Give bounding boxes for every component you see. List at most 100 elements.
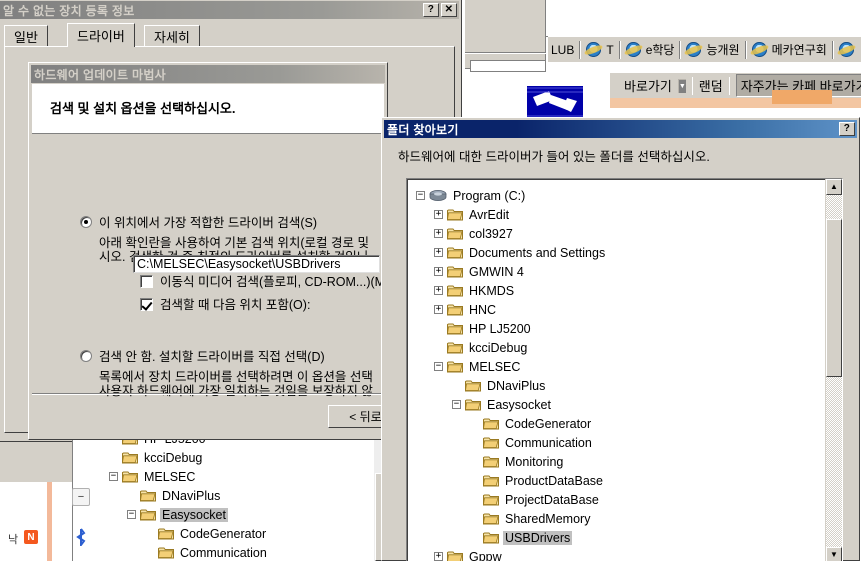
- tree-item[interactable]: + Gppw: [434, 547, 825, 561]
- links-separator: [618, 40, 621, 59]
- naver-icon[interactable]: N: [24, 530, 38, 544]
- tree-item[interactable]: − MELSEC: [109, 467, 373, 486]
- tree-item[interactable]: CodeGenerator: [145, 524, 373, 543]
- tree-item[interactable]: + GMWIN 4: [434, 262, 825, 281]
- checkbox-removable-row[interactable]: 이동식 미디어 검색(플로피, CD-ROM...)(M): [140, 275, 389, 290]
- browse-folder-dialog: 폴더 찾아보기 ? 하드웨어에 대한 드라이버가 들어 있는 폴더를 선택하십시…: [381, 117, 860, 561]
- tree-item[interactable]: DNaviPlus: [452, 376, 825, 395]
- links-separator: [831, 40, 834, 59]
- tree-item[interactable]: Communication: [470, 433, 825, 452]
- tree-item[interactable]: + Documents and Settings: [434, 243, 825, 262]
- tree-expander-expand[interactable]: +: [434, 552, 443, 561]
- tree-expander-collapse[interactable]: −: [452, 400, 461, 409]
- option-search-label: 이 위치에서 가장 적합한 드라이버 검색(S): [99, 216, 318, 230]
- tree-expander-expand[interactable]: +: [434, 210, 443, 219]
- tree-item[interactable]: DNaviPlus: [127, 486, 373, 505]
- tree-item[interactable]: kcciDebug: [434, 338, 825, 357]
- option-search-row[interactable]: 이 위치에서 가장 적합한 드라이버 검색(S): [80, 216, 317, 231]
- tree-expander-expand[interactable]: +: [434, 305, 443, 314]
- link-item-mecha[interactable]: 메카연구회: [772, 41, 827, 58]
- tree-item-label: GMWIN 4: [469, 264, 524, 279]
- tree-item-label: Gppw: [469, 549, 502, 561]
- collapse-button[interactable]: −: [72, 488, 90, 506]
- wizard-titlebar[interactable]: 하드웨어 업데이트 마법사: [31, 65, 385, 83]
- checkbox-search-removable-media[interactable]: [140, 275, 153, 288]
- folder-icon: [483, 513, 499, 525]
- tree-expander-expand[interactable]: +: [434, 286, 443, 295]
- tree-expander-spacer: [470, 457, 479, 466]
- folder-tree-frame: − Program (C:) + AvrEdit + col3927 + Documents …: [406, 178, 843, 561]
- link-item-t[interactable]: T: [606, 43, 613, 57]
- tree-expander-expand[interactable]: +: [434, 267, 443, 276]
- tree-expander-expand[interactable]: +: [434, 229, 443, 238]
- tree-item[interactable]: − Program (C:): [416, 186, 825, 205]
- tree-item[interactable]: − MELSEC: [434, 357, 825, 376]
- tree-item[interactable]: CodeGenerator: [470, 414, 825, 433]
- tree-expander-collapse[interactable]: −: [434, 362, 443, 371]
- tree-expander-collapse[interactable]: −: [109, 472, 118, 481]
- link-item-neunggaewon[interactable]: 능개원: [706, 41, 739, 58]
- triangle-up-icon[interactable]: ▲: [826, 179, 842, 195]
- tree-item-label: Documents and Settings: [469, 245, 606, 260]
- radio-search-best-driver[interactable]: [80, 216, 92, 228]
- tree-item[interactable]: ProductDataBase: [470, 471, 825, 490]
- tree-item[interactable]: HP LJ5200: [434, 319, 825, 338]
- radio-choose-driver-manually[interactable]: [80, 350, 92, 362]
- background-folder-tree[interactable]: HP LJ5200kcciDebug−MELSECDNaviPlus−Easys…: [72, 434, 389, 561]
- triangle-down-icon[interactable]: ▼: [826, 547, 842, 561]
- tree-item[interactable]: SharedMemory: [470, 509, 825, 528]
- checkbox-include-location-row[interactable]: 검색할 때 다음 위치 포함(O):: [140, 298, 310, 313]
- checkbox-include-location-label: 검색할 때 다음 위치 포함(O):: [160, 298, 311, 312]
- tree-item[interactable]: USBDrivers: [470, 528, 825, 547]
- tree-item[interactable]: + HKMDS: [434, 281, 825, 300]
- tree-item[interactable]: + HNC: [434, 300, 825, 319]
- tree-expander-spacer: [470, 419, 479, 428]
- tree-item[interactable]: kcciDebug: [109, 448, 373, 467]
- folder-icon: [140, 509, 156, 521]
- links-separator: [679, 40, 682, 59]
- checkbox-include-this-location[interactable]: [140, 298, 153, 311]
- folder-icon: [447, 285, 463, 297]
- browse-dialog-titlebar[interactable]: 폴더 찾아보기 ?: [384, 120, 857, 138]
- link-item-ehakdang[interactable]: e학당: [646, 41, 675, 58]
- tree-item-label: MELSEC: [144, 469, 196, 484]
- option-manual-row[interactable]: 검색 안 함. 설치할 드라이버를 직접 선택(D): [80, 350, 325, 365]
- ie-icon: [586, 42, 602, 57]
- tab-details[interactable]: 자세히: [144, 25, 200, 46]
- help-button[interactable]: ?: [423, 3, 439, 17]
- tree-item[interactable]: Monitoring: [470, 452, 825, 471]
- tree-item[interactable]: + col3927: [434, 224, 825, 243]
- folder-tree-scroll-thumb[interactable]: [826, 219, 842, 377]
- tree-item-label: CodeGenerator: [180, 526, 267, 541]
- tree-item[interactable]: − Easysocket: [127, 505, 373, 524]
- tree-item[interactable]: ProjectDataBase: [470, 490, 825, 509]
- close-icon[interactable]: ✕: [441, 3, 457, 17]
- tree-item[interactable]: + AvrEdit: [434, 205, 825, 224]
- tab-general[interactable]: 일반: [4, 25, 48, 46]
- device-properties-titlebar[interactable]: 알 수 없는 장치 등록 정보 ? ✕: [0, 1, 459, 19]
- tree-item-label: CodeGenerator: [505, 416, 592, 431]
- tree-item[interactable]: − Easysocket: [452, 395, 825, 414]
- tree-item-label: AvrEdit: [469, 207, 510, 222]
- tree-expander-collapse[interactable]: −: [127, 510, 136, 519]
- shortcut-label[interactable]: 바로가기: [624, 76, 672, 95]
- tree-item-label: HP LJ5200: [469, 321, 531, 336]
- tree-item[interactable]: Communication: [145, 543, 373, 561]
- help-button[interactable]: ?: [839, 122, 855, 136]
- folder-icon: [483, 437, 499, 449]
- tree-expander-expand[interactable]: +: [434, 248, 443, 257]
- device-properties-title: 알 수 없는 장치 등록 정보: [3, 3, 135, 18]
- random-label[interactable]: 랜덤: [699, 76, 723, 95]
- chevron-down-icon[interactable]: ▼: [677, 78, 686, 93]
- tab-driver[interactable]: 드라이버: [67, 23, 135, 47]
- tree-item-label: HKMDS: [469, 283, 515, 298]
- ie-icon: [751, 42, 767, 57]
- folder-tree-scrollbar[interactable]: ▲ ▼: [825, 179, 842, 561]
- tree-expander-collapse[interactable]: −: [416, 191, 425, 200]
- folder-icon: [483, 494, 499, 506]
- folder-tree[interactable]: − Program (C:) + AvrEdit + col3927 + Documents …: [416, 186, 825, 561]
- driver-path-input[interactable]: C:\MELSEC\Easysocket\USBDrivers: [133, 255, 380, 273]
- tree-expander-spacer: [452, 381, 461, 390]
- links-separator: [744, 40, 747, 59]
- tree-expander-spacer: [145, 548, 154, 557]
